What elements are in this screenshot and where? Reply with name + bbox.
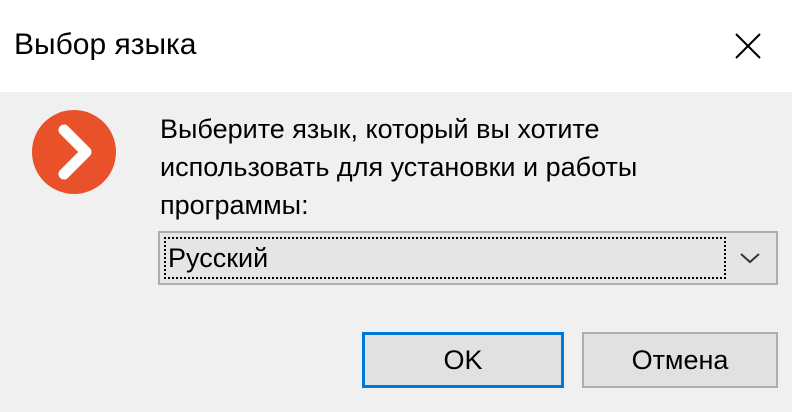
language-select[interactable]: Русский: [158, 231, 778, 285]
chevron-down-icon: [740, 253, 760, 264]
instruction-text: Выберите язык, который вы хотите использ…: [160, 110, 760, 224]
title-bar: Выбор языка: [0, 0, 792, 92]
instruction-line: использовать для установки и работы: [160, 152, 638, 182]
arrow-right-circle-icon: [32, 110, 116, 194]
instruction-line: Выберите язык, который вы хотите: [160, 114, 600, 144]
dropdown-button[interactable]: [730, 239, 770, 277]
window-title: Выбор языка: [14, 28, 197, 61]
cancel-button[interactable]: Отмена: [582, 332, 778, 388]
language-select-value: Русский: [164, 237, 726, 279]
ok-button[interactable]: OK: [362, 332, 564, 388]
language-dialog: Выбор языка Выберите язык, который вы хо…: [0, 0, 792, 412]
close-button[interactable]: [704, 0, 792, 92]
close-icon: [735, 33, 761, 59]
instruction-line: программы:: [160, 190, 309, 220]
